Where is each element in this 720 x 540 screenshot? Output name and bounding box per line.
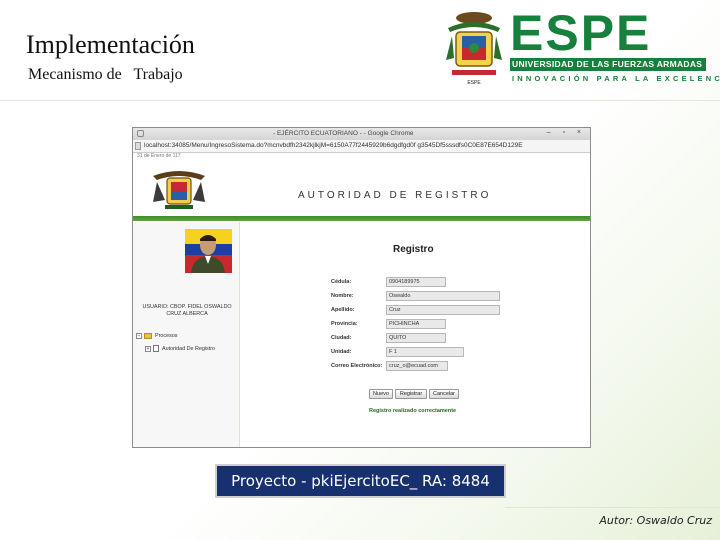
user-photo-avatar [185, 229, 232, 273]
document-icon [153, 345, 159, 352]
browser-url[interactable]: localhost:34085/Menu/IngresoSistema.do?m… [144, 142, 523, 149]
correo-field[interactable]: cruz_o@ecuad.com [386, 361, 448, 371]
ciudad-label: Ciudad: [331, 335, 352, 341]
cedula-field[interactable]: 0904189975 [386, 277, 446, 287]
header-divider [0, 100, 720, 101]
tree-item-label: Procesos [155, 333, 178, 339]
apellido-label: Apellido: [331, 307, 355, 313]
registrar-button[interactable]: Registrar [395, 389, 427, 399]
collapse-icon[interactable]: − [136, 333, 142, 339]
tree-item-procesos[interactable]: − Procesos [136, 333, 177, 339]
folder-icon [144, 333, 152, 339]
footer-divider [505, 507, 720, 508]
app-sidebar: USUARIO: CBOP. FIDEL OSWALDO CRUZ ALBERC… [133, 222, 240, 447]
form-title: Registro [393, 244, 434, 255]
browser-address-bar[interactable]: localhost:34085/Menu/IngresoSistema.do?m… [133, 140, 590, 153]
espe-wordmark: ESPE [510, 5, 652, 61]
browser-date-strip: 31 de Enero de 117 [137, 153, 181, 159]
browser-titlebar: - EJÉRCITO ECUATORIANO - - Google Chrome… [133, 128, 590, 140]
browser-window: - EJÉRCITO ECUATORIANO - - Google Chrome… [132, 127, 591, 448]
expand-icon[interactable]: + [145, 345, 151, 352]
browser-window-title: - EJÉRCITO ECUATORIANO - - Google Chrome [273, 130, 414, 137]
unidad-label: Unidad: [331, 349, 352, 355]
svg-text:ESPE: ESPE [467, 80, 481, 86]
slide-subtitle: Mecanismo de Trabajo [28, 66, 183, 83]
author-credit: Autor: Oswaldo Cruz [599, 514, 712, 527]
cedula-label: Cédula: [331, 279, 352, 285]
app-header-rule [133, 216, 590, 221]
app-header-title: AUTORIDAD DE REGISTRO [298, 190, 492, 201]
app-header: AUTORIDAD DE REGISTRO [133, 160, 590, 216]
espe-university-name: UNIVERSIDAD DE LAS FUERZAS ARMADAS [512, 59, 703, 69]
tree-item-label: Autoridad De Registro [162, 345, 216, 352]
browser-favicon-icon [137, 130, 144, 137]
project-caption: Proyecto - pkiEjercitoEC_ RA: 8484 [215, 464, 506, 498]
user-label: USUARIO: CBOP. FIDEL OSWALDO CRUZ ALBERC… [142, 304, 232, 317]
nombre-label: Nombre: [331, 293, 354, 299]
slide-title: Implementación [26, 30, 195, 59]
window-controls[interactable]: – ▫ × [547, 129, 586, 136]
tree-item-autoridad-registro[interactable]: + Autoridad De Registro [145, 345, 215, 352]
page-icon [135, 142, 141, 150]
army-emblem-logo [153, 171, 205, 209]
nombre-field[interactable]: Oswaldo [386, 291, 500, 301]
status-message: Registro realizado correctamente [369, 408, 457, 414]
espe-motto: INNOVACIÓN PARA LA EXCELENCIA [512, 74, 720, 83]
unidad-field[interactable]: F 1 [386, 347, 464, 357]
espe-coat-of-arms-logo: ESPE [446, 12, 502, 86]
cancelar-button[interactable]: Cancelar [429, 389, 459, 399]
provincia-label: Provincia: [331, 321, 358, 327]
nuevo-button[interactable]: Nuevo [369, 389, 393, 399]
correo-label: Correo Electrónico: [331, 363, 383, 369]
ciudad-field[interactable]: QUITO [386, 333, 446, 343]
provincia-field[interactable]: PICHINCHA [386, 319, 446, 329]
apellido-field[interactable]: Cruz [386, 305, 500, 315]
registro-form-panel: Registro Cédula: 0904189975 Nombre: Oswa… [241, 222, 590, 447]
